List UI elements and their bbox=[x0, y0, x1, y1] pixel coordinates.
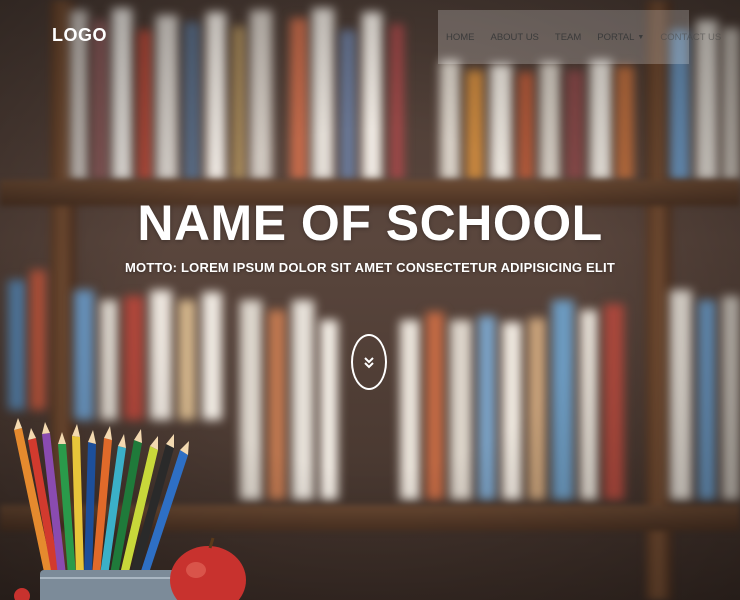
book bbox=[178, 300, 196, 420]
nav-item-portal-label: PORTAL bbox=[597, 31, 635, 43]
book bbox=[268, 310, 286, 500]
book bbox=[478, 316, 496, 500]
book bbox=[74, 290, 94, 420]
book bbox=[206, 12, 226, 180]
pencils-and-apple-image bbox=[14, 418, 246, 600]
book bbox=[8, 280, 26, 410]
book bbox=[490, 64, 512, 180]
book bbox=[30, 270, 46, 410]
book bbox=[528, 318, 546, 500]
nav-item-portal[interactable]: PORTAL ▼ bbox=[597, 32, 644, 43]
book bbox=[184, 22, 200, 180]
book bbox=[616, 66, 634, 180]
book bbox=[312, 8, 334, 180]
double-chevron-down-icon bbox=[364, 357, 374, 369]
nav-item-about-us[interactable]: ABOUT US bbox=[491, 32, 539, 43]
book bbox=[580, 310, 598, 500]
book bbox=[320, 320, 338, 500]
apple bbox=[170, 537, 246, 600]
book bbox=[698, 300, 716, 500]
scroll-down-button[interactable] bbox=[351, 334, 387, 390]
book bbox=[112, 8, 132, 180]
book bbox=[540, 62, 560, 180]
site-logo[interactable]: LOGO bbox=[52, 25, 107, 46]
book bbox=[440, 60, 460, 180]
nav-item-contact-us[interactable]: CONTACT US bbox=[660, 32, 721, 43]
book bbox=[390, 24, 404, 180]
book bbox=[292, 300, 314, 500]
book bbox=[400, 320, 420, 500]
book bbox=[290, 18, 308, 180]
book bbox=[466, 70, 484, 180]
book bbox=[362, 12, 382, 180]
book bbox=[670, 290, 692, 500]
book bbox=[604, 304, 624, 500]
book bbox=[156, 15, 178, 180]
nav-item-home[interactable]: HOME bbox=[446, 32, 475, 43]
book bbox=[426, 312, 444, 500]
pencil-cup bbox=[40, 570, 180, 600]
book bbox=[124, 296, 144, 420]
book bbox=[250, 10, 272, 180]
book bbox=[552, 300, 574, 500]
book bbox=[590, 60, 612, 180]
book bbox=[566, 70, 584, 180]
book bbox=[100, 300, 118, 420]
book bbox=[138, 30, 152, 180]
book bbox=[232, 26, 246, 180]
book bbox=[502, 322, 522, 500]
book bbox=[722, 28, 740, 180]
book bbox=[696, 20, 718, 180]
pencil-group bbox=[14, 418, 189, 576]
chevron-down-icon: ▼ bbox=[637, 33, 645, 41]
book bbox=[202, 292, 222, 420]
school-motto: MOTTO: LOREM IPSUM DOLOR SIT AMET CONSEC… bbox=[124, 260, 616, 275]
book bbox=[150, 290, 172, 420]
book bbox=[340, 30, 356, 180]
book bbox=[450, 320, 472, 500]
book bbox=[722, 296, 740, 500]
page-title: NAME OF SCHOOL bbox=[137, 195, 603, 251]
main-nav: HOME ABOUT US TEAM PORTAL ▼ CONTACT US bbox=[438, 10, 721, 64]
nav-item-team[interactable]: TEAM bbox=[555, 32, 581, 43]
book bbox=[518, 72, 534, 180]
